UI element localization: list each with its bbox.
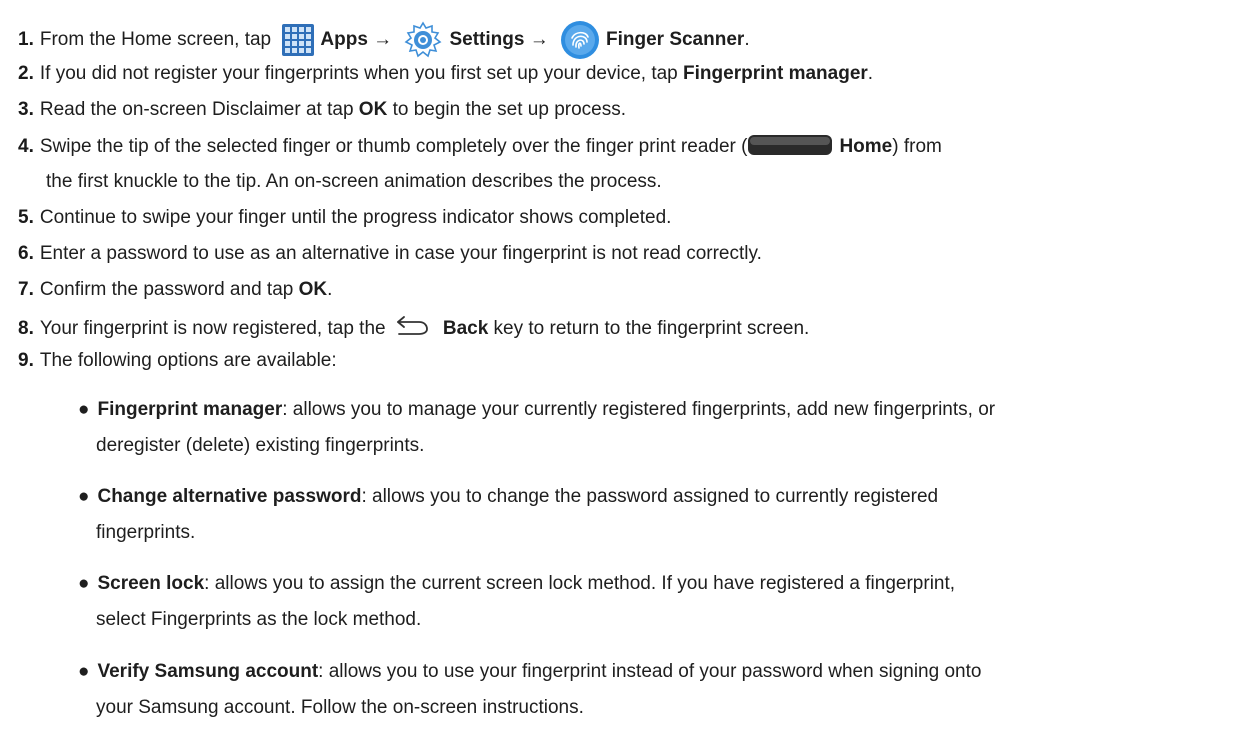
step-7: 7. Confirm the password and tap OK. [18,278,332,302]
finger-scanner-label: Finger Scanner [605,29,745,51]
step-8: 8. Your fingerprint is now registered, ta… [18,313,809,341]
step-text-end: . [744,29,750,51]
step-number: 3. [18,99,34,120]
apps-grid-icon [282,24,315,56]
step-bold: Home [839,136,893,157]
option-item: ● Fingerprint manager: allows you to mana… [78,398,995,422]
apps-label: Apps [320,29,368,51]
step-9: 9. The following options are available: [18,349,337,373]
step-4-continuation: the first knuckle to the tip. An on-scre… [46,171,662,192]
option-text-continuation: select Fingerprints as the lock method. [96,609,422,630]
step-bold: OK [358,99,388,120]
step-text: Read the on-screen Disclaimer at tap [39,99,359,120]
step-text-end: . [867,63,874,84]
step-text: Swipe the tip of the selected finger or … [39,136,748,157]
step-text-end: to begin the set up process. [387,99,627,120]
option-item: ● Verify Samsung account: allows you to u… [78,660,981,684]
bullet-icon: ● [78,399,90,420]
step-number: 7. [18,279,34,300]
step-number: 8. [18,318,34,339]
step-3: 3. Read the on-screen Disclaimer at tap O… [18,98,626,122]
step-text: From the Home screen, tap [39,29,277,51]
step-text: Your fingerprint is now registered, tap … [39,318,391,339]
step-text-end: . [327,279,333,300]
settings-label: Settings [449,29,525,51]
option-text-continuation: your Samsung account. Follow the on-scre… [96,697,584,718]
bullet-icon: ● [78,486,90,507]
step-text-end: ) from [892,136,942,157]
step-bold: OK [298,279,328,300]
option-title: Verify Samsung account [97,661,319,682]
back-arrow-icon [395,313,429,337]
step-2: 2. If you did not register your fingerpri… [18,62,873,86]
step-text-end: key to return to the fingerprint screen. [488,318,810,339]
step-text: Confirm the password and tap [39,279,299,300]
step-number: 4. [18,136,34,157]
step-text: Continue to swipe your finger until the … [39,207,672,228]
arrow-text: → [524,29,554,51]
step-bold: Fingerprint manager [683,63,868,84]
option-text: : allows you to change the password assi… [361,486,939,507]
option-item: ● Change alternative password: allows you… [78,485,938,509]
option-title: Screen lock [97,573,205,594]
step-number: 1. [18,29,34,51]
step-number: 9. [18,350,34,371]
bullet-icon: ● [78,661,90,682]
step-number: 5. [18,207,34,228]
bullet-icon: ● [78,573,90,594]
step-6: 6. Enter a password to use as an alternat… [18,242,762,266]
step-5: 5. Continue to swipe your finger until th… [18,206,671,230]
option-title: Change alternative password [97,486,362,507]
arrow-text: → [367,29,398,51]
option-text: : allows you to use your fingerprint ins… [318,661,982,682]
option-text: : allows you to manage your currently re… [282,399,996,420]
step-1: 1. From the Home screen, tap Apps → Setti… [18,20,750,60]
settings-gear-icon [403,20,443,60]
step-text: Enter a password to use as an alternativ… [39,243,762,264]
home-key-icon [747,134,833,156]
option-text: : allows you to assign the current scree… [204,573,956,594]
option-item: ● Screen lock: allows you to assign the c… [78,572,955,596]
fingerprint-icon [560,20,600,60]
step-4: 4. Swipe the tip of the selected finger o… [18,134,942,159]
step-text: The following options are available: [39,350,337,371]
step-number: 2. [18,63,34,84]
step-bold: Back [442,318,489,339]
step-number: 6. [18,243,34,264]
option-title: Fingerprint manager [97,399,283,420]
step-text: If you did not register your fingerprint… [39,63,684,84]
option-text-continuation: fingerprints. [96,522,196,543]
option-text-continuation: deregister (delete) existing fingerprint… [96,435,425,456]
